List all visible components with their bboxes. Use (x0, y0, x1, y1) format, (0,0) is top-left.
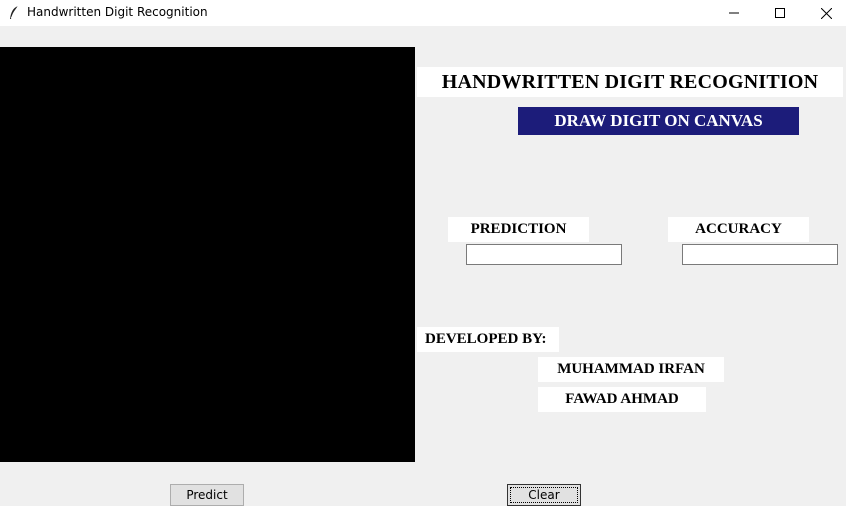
window-title: Handwritten Digit Recognition (27, 5, 208, 19)
app-heading: HANDWRITTEN DIGIT RECOGNITION (441, 70, 819, 93)
app-heading-box: HANDWRITTEN DIGIT RECOGNITION (417, 67, 843, 97)
accuracy-label: ACCURACY (668, 217, 809, 242)
minimize-icon (729, 8, 739, 18)
predict-button[interactable]: Predict (170, 484, 244, 506)
developer-name: FAWAD AHMAD (538, 387, 706, 412)
feather-icon (8, 5, 20, 21)
prediction-label: PREDICTION (448, 217, 589, 242)
developer-name: MUHAMMAD IRFAN (538, 357, 724, 382)
close-icon (820, 7, 832, 19)
instruction-text: DRAW DIGIT ON CANVAS (554, 111, 763, 130)
accuracy-field[interactable] (682, 244, 838, 265)
close-button[interactable] (803, 0, 846, 26)
prediction-field[interactable] (466, 244, 622, 265)
title-bar: Handwritten Digit Recognition (0, 0, 846, 26)
clear-button[interactable]: Clear (507, 484, 581, 506)
maximize-icon (775, 8, 785, 18)
instruction-banner: DRAW DIGIT ON CANVAS (518, 107, 799, 135)
drawing-canvas[interactable] (0, 47, 415, 462)
developed-by-label: DEVELOPED BY: (417, 327, 559, 352)
maximize-button[interactable] (757, 0, 803, 26)
minimize-button[interactable] (711, 0, 757, 26)
